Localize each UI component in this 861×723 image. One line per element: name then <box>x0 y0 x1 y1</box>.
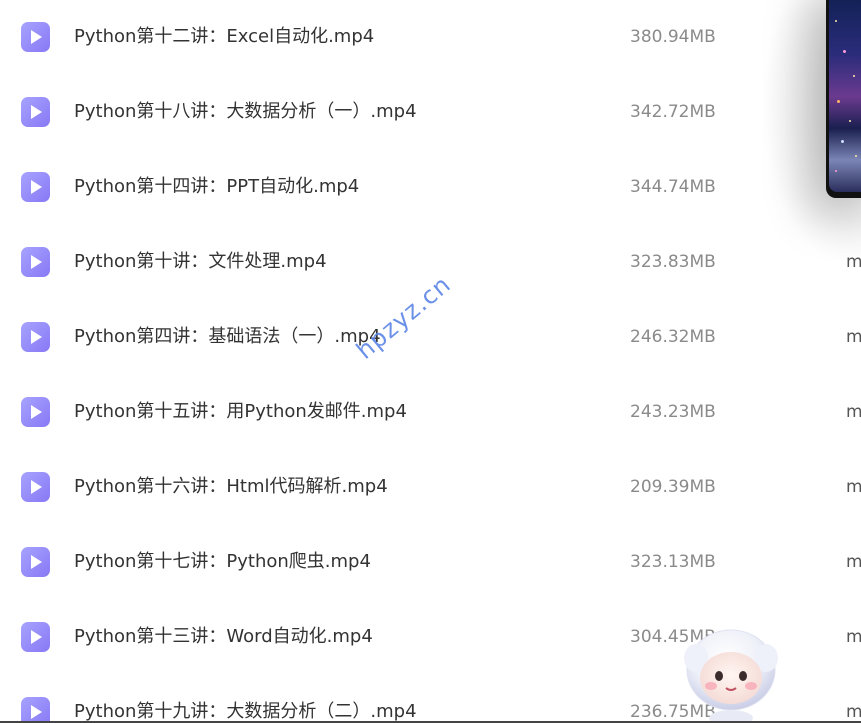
file-row[interactable]: Python第十八讲：大数据分析（一）.mp4 342.72MB <box>0 75 861 150</box>
file-name[interactable]: Python第十五讲：用Python发邮件.mp4 <box>74 400 407 424</box>
preview-image <box>829 0 861 192</box>
video-file-icon <box>21 97 50 127</box>
file-type: m <box>846 477 861 497</box>
file-row[interactable]: Python第十四讲：PPT自动化.mp4 344.74MB <box>0 150 861 225</box>
file-size: 323.83MB <box>630 252 716 272</box>
file-name[interactable]: Python第十九讲：大数据分析（二）.mp4 <box>74 700 417 723</box>
file-name[interactable]: Python第十三讲：Word自动化.mp4 <box>74 625 373 649</box>
file-size: 323.13MB <box>630 552 716 572</box>
file-type: m <box>846 627 861 647</box>
file-name[interactable]: Python第十七讲：Python爬虫.mp4 <box>74 550 371 574</box>
video-file-icon <box>21 397 50 427</box>
file-size: 380.94MB <box>630 27 716 47</box>
file-type: m <box>846 702 861 722</box>
file-name[interactable]: Python第十六讲：Html代码解析.mp4 <box>74 475 388 499</box>
file-size: 246.32MB <box>630 327 716 347</box>
file-name[interactable]: Python第十二讲：Excel自动化.mp4 <box>74 25 374 49</box>
video-file-icon <box>21 697 50 723</box>
file-size: 344.74MB <box>630 177 716 197</box>
file-name[interactable]: Python第十四讲：PPT自动化.mp4 <box>74 175 359 199</box>
video-file-icon <box>21 22 50 52</box>
file-size: 209.39MB <box>630 477 716 497</box>
assistant-mascot-icon[interactable] <box>678 618 784 723</box>
file-name[interactable]: Python第十讲：文件处理.mp4 <box>74 250 327 274</box>
file-row[interactable]: Python第十七讲：Python爬虫.mp4 323.13MB m <box>0 525 861 600</box>
file-size: 243.23MB <box>630 402 716 422</box>
file-type: m <box>846 402 861 422</box>
file-size: 342.72MB <box>630 102 716 122</box>
video-file-icon <box>21 322 50 352</box>
file-row[interactable]: Python第十五讲：用Python发邮件.mp4 243.23MB m <box>0 375 861 450</box>
file-type: m <box>846 552 861 572</box>
file-name[interactable]: Python第十八讲：大数据分析（一）.mp4 <box>74 100 417 124</box>
file-name[interactable]: Python第四讲：基础语法（一）.mp4 <box>74 325 381 349</box>
file-row[interactable]: Python第十二讲：Excel自动化.mp4 380.94MB <box>0 0 861 75</box>
video-file-icon <box>21 622 50 652</box>
file-type: m <box>846 327 861 347</box>
file-list: Python第十二讲：Excel自动化.mp4 380.94MB Python第… <box>0 0 861 723</box>
video-file-icon <box>21 472 50 502</box>
video-file-icon <box>21 547 50 577</box>
file-row[interactable]: Python第十六讲：Html代码解析.mp4 209.39MB m <box>0 450 861 525</box>
file-list-page: Python第十二讲：Excel自动化.mp4 380.94MB Python第… <box>0 0 861 723</box>
video-file-icon <box>21 247 50 277</box>
file-type: m <box>846 252 861 272</box>
video-file-icon <box>21 172 50 202</box>
video-preview-thumbnail[interactable] <box>826 0 861 198</box>
